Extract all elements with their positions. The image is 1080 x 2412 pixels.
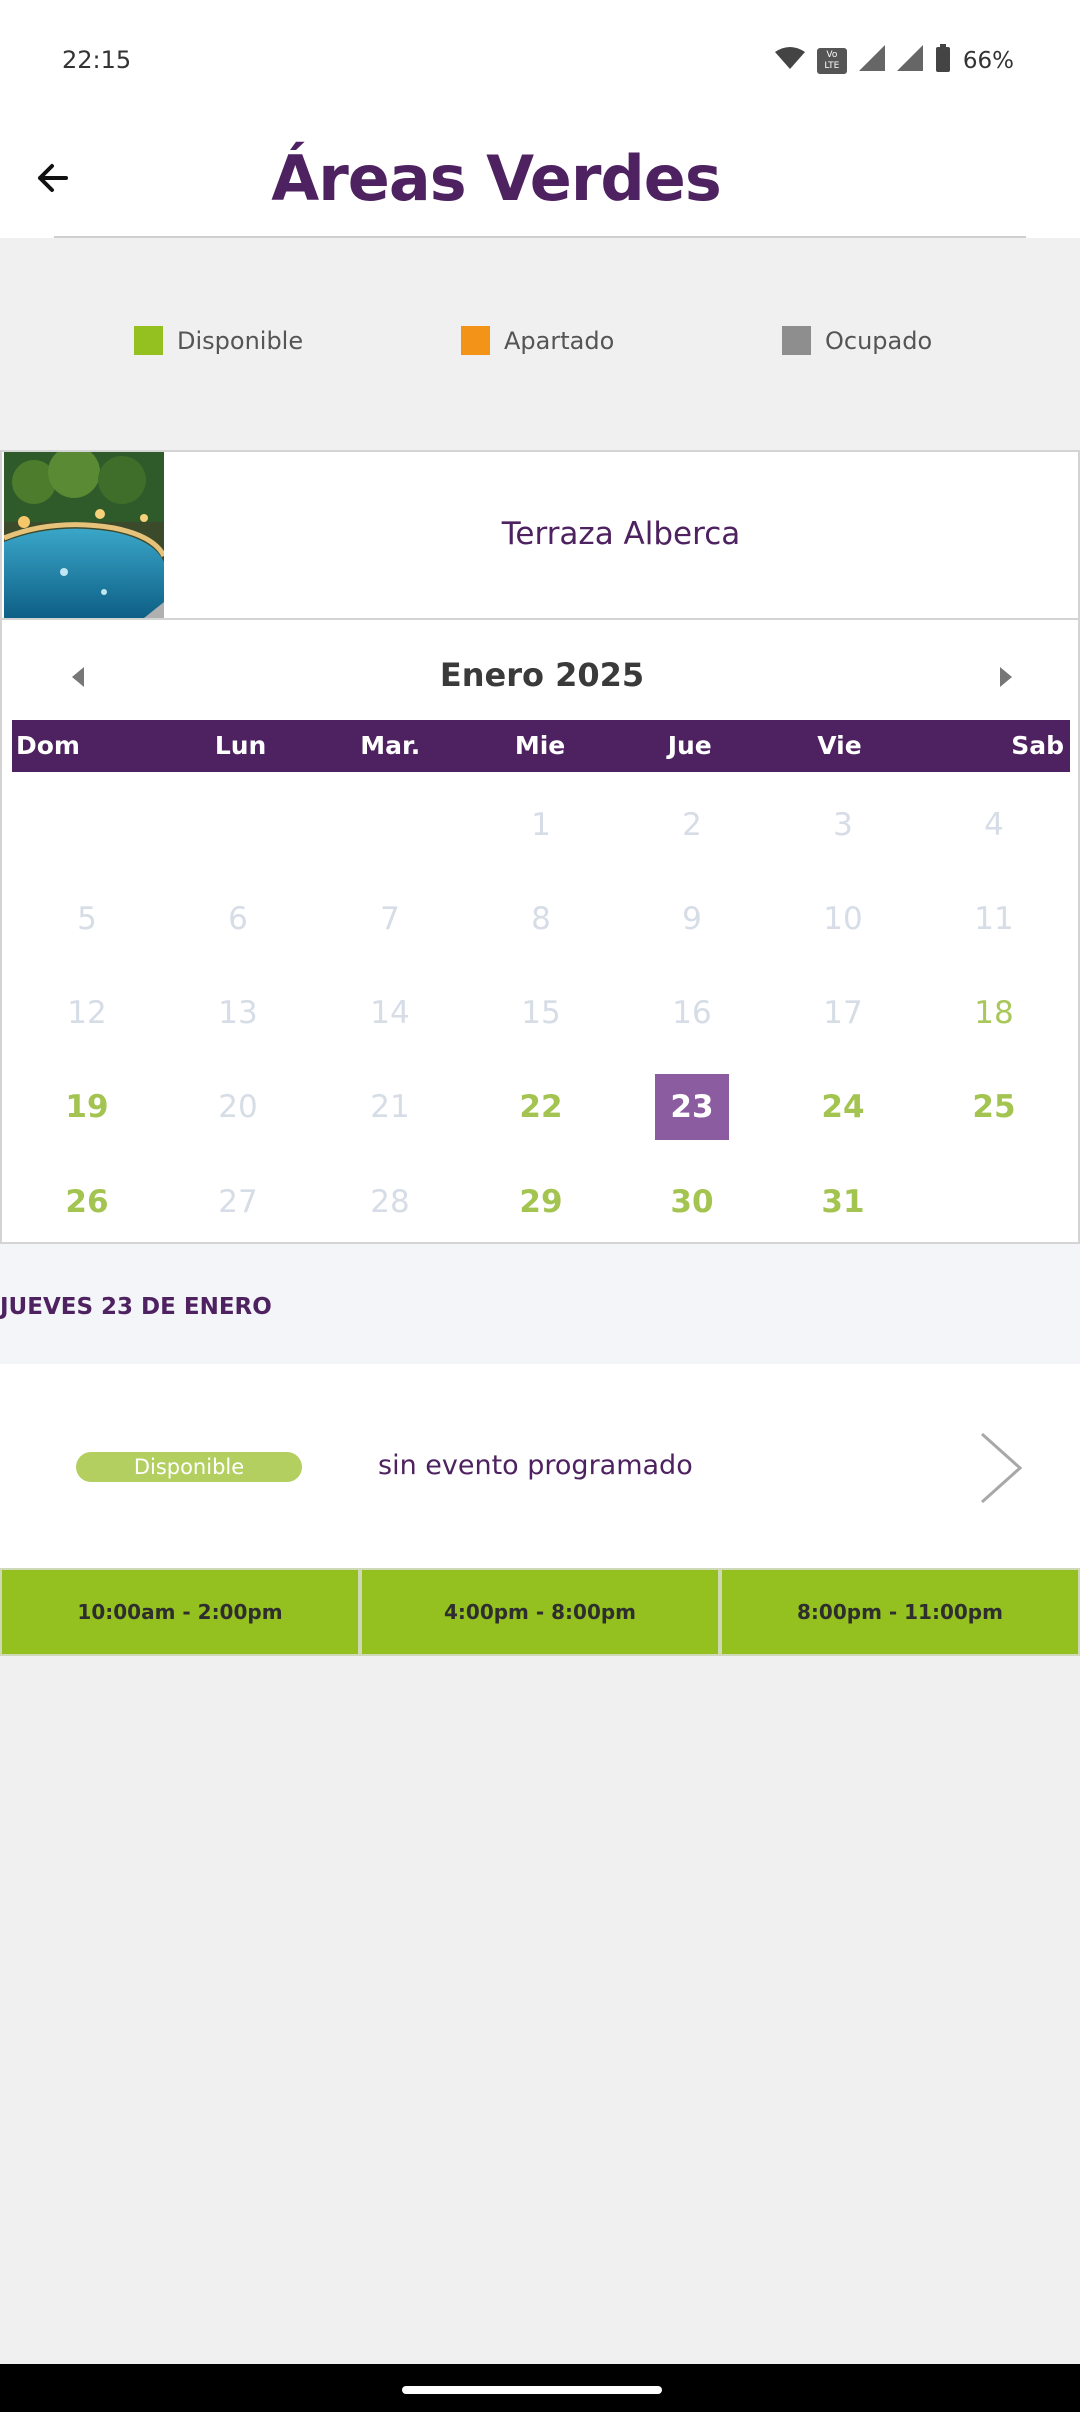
time-slot-button[interactable]: 4:00pm - 8:00pm <box>360 1568 720 1656</box>
status-icons: Vo LTE 66% <box>774 44 1014 77</box>
app-header: Áreas Verdes <box>0 124 1080 238</box>
next-month-button[interactable] <box>992 664 1018 690</box>
calendar-day[interactable]: 20 <box>201 1074 275 1140</box>
signal-icon-2 <box>896 45 923 76</box>
page-title: Áreas Verdes <box>271 142 722 215</box>
legend-item-apartado: Apartado <box>461 326 614 355</box>
calendar-day[interactable]: 19 <box>50 1074 124 1140</box>
weekday-label: Mar. <box>360 731 421 760</box>
calendar-day[interactable]: 17 <box>806 980 880 1046</box>
calendar-day[interactable]: 6 <box>201 886 275 952</box>
calendar-month-label: Enero 2025 <box>439 656 645 694</box>
calendar-day[interactable]: 13 <box>201 980 275 1046</box>
calendar-day[interactable]: 3 <box>806 792 880 858</box>
calendar-day[interactable]: 12 <box>50 980 124 1046</box>
calendar-nav: Enero 2025 <box>2 656 1080 700</box>
header-divider <box>54 236 1026 238</box>
calendar-day[interactable]: 27 <box>201 1169 275 1235</box>
legend: Disponible Apartado Ocupado <box>0 326 1080 360</box>
status-bar: 22:15 Vo LTE 66% <box>0 0 1080 124</box>
caret-right-icon <box>1000 667 1012 687</box>
calendar-day[interactable]: 4 <box>957 792 1031 858</box>
calendar-day[interactable]: 11 <box>957 886 1031 952</box>
legend-label: Apartado <box>504 326 615 355</box>
calendar-weekday-header: Dom Lun Mar. Mie Jue Vie Sab <box>12 720 1070 772</box>
caret-left-icon <box>72 667 84 687</box>
calendar-day[interactable]: 30 <box>655 1169 729 1235</box>
calendar-day[interactable]: 26 <box>50 1169 124 1235</box>
volte-icon: Vo LTE <box>816 47 847 74</box>
chevron-right-icon[interactable] <box>976 1430 1026 1506</box>
battery-icon <box>935 44 951 77</box>
event-row[interactable]: Disponible sin evento programado <box>0 1364 1080 1568</box>
legend-item-ocupado: Ocupado <box>782 326 932 355</box>
weekday-label: Sab <box>1011 731 1065 760</box>
weekday-label: Vie <box>817 731 862 760</box>
calendar-day[interactable]: 28 <box>353 1169 427 1235</box>
signal-icon <box>858 45 885 76</box>
legend-item-disponible: Disponible <box>134 326 303 355</box>
time-slot-button[interactable]: 10:00am - 2:00pm <box>0 1568 360 1656</box>
legend-label: Ocupado <box>825 326 933 355</box>
selected-date-strip: JUEVES 23 DE ENERO <box>0 1244 1080 1364</box>
legend-swatch <box>461 326 490 355</box>
prev-month-button[interactable] <box>66 664 92 690</box>
calendar-day[interactable]: 29 <box>504 1169 578 1235</box>
area-card[interactable]: Terraza Alberca <box>0 450 1080 620</box>
calendar-day[interactable]: 18 <box>957 980 1031 1046</box>
calendar-day[interactable]: 7 <box>353 886 427 952</box>
event-description: sin evento programado <box>378 1450 693 1481</box>
weekday-label: Dom <box>16 731 80 760</box>
calendar-day[interactable]: 14 <box>353 980 427 1046</box>
selected-date-heading: JUEVES 23 DE ENERO <box>0 1294 272 1320</box>
calendar-day[interactable]: 31 <box>806 1169 880 1235</box>
calendar-day[interactable]: 1 <box>504 792 578 858</box>
weekday-label: Jue <box>667 731 712 760</box>
area-name: Terraza Alberca <box>501 516 741 552</box>
calendar-day[interactable]: 10 <box>806 886 880 952</box>
calendar-day[interactable]: 15 <box>504 980 578 1046</box>
calendar-day[interactable]: 25 <box>957 1074 1031 1140</box>
calendar-day[interactable]: 9 <box>655 886 729 952</box>
calendar-day[interactable]: 8 <box>504 886 578 952</box>
calendar-day[interactable]: 2 <box>655 792 729 858</box>
home-indicator[interactable] <box>402 2386 662 2394</box>
area-thumbnail <box>4 452 164 618</box>
legend-swatch <box>134 326 163 355</box>
status-time: 22:15 <box>62 46 132 74</box>
calendar-day[interactable]: 24 <box>806 1074 880 1140</box>
weekday-label: Lun <box>214 731 267 760</box>
legend-swatch <box>782 326 811 355</box>
battery-percent: 66% <box>962 47 1014 74</box>
status-badge: Disponible <box>76 1452 302 1482</box>
calendar: Enero 2025 Dom Lun Mar. Mie Jue Vie Sab … <box>0 618 1080 1244</box>
system-nav-bar <box>0 2364 1080 2412</box>
calendar-day[interactable]: 5 <box>50 886 124 952</box>
time-slots: 10:00am - 2:00pm 4:00pm - 8:00pm 8:00pm … <box>0 1568 1080 1656</box>
weekday-label: Mie <box>514 731 566 760</box>
time-slot-button[interactable]: 8:00pm - 11:00pm <box>720 1568 1080 1656</box>
legend-label: Disponible <box>177 326 304 355</box>
calendar-day[interactable]: 22 <box>504 1074 578 1140</box>
wifi-icon <box>774 46 805 75</box>
calendar-day[interactable]: 16 <box>655 980 729 1046</box>
calendar-day[interactable]: 21 <box>353 1074 427 1140</box>
calendar-day[interactable]: 23 <box>655 1074 729 1140</box>
